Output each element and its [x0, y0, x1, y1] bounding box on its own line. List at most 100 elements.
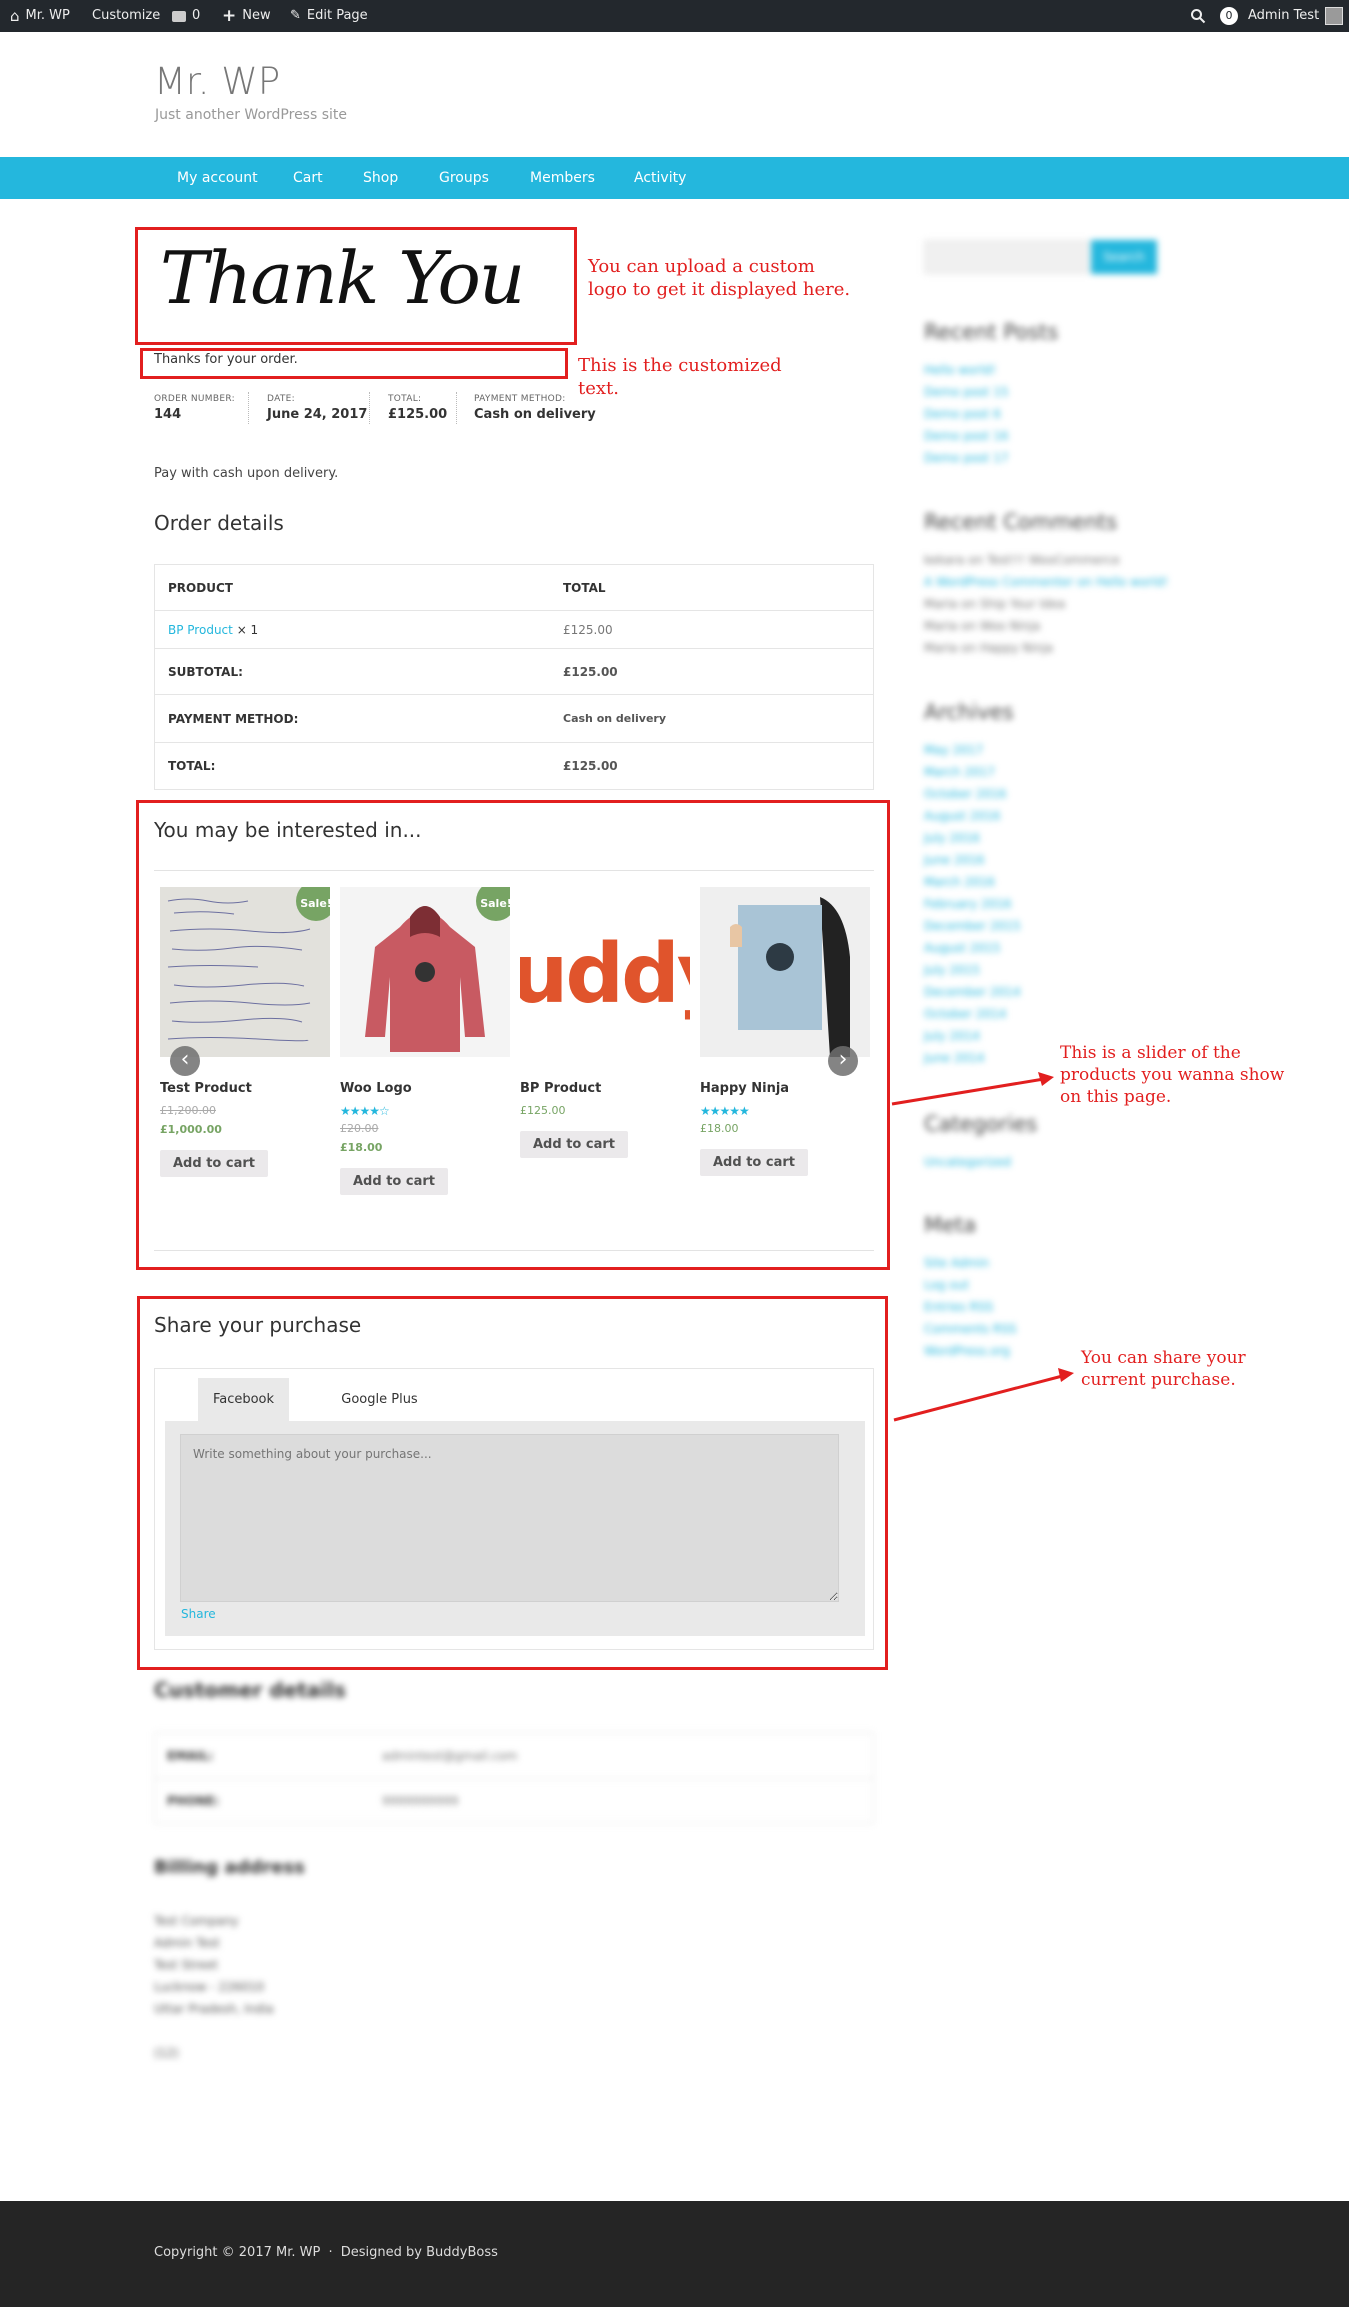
product-link[interactable]: BP Product — [168, 623, 233, 637]
nav-item-cart[interactable]: Cart — [293, 157, 323, 199]
product-name[interactable]: Happy Ninja — [700, 1081, 870, 1096]
site-title[interactable]: Mr. WP — [154, 60, 280, 103]
rating-stars: ★★★★★ — [700, 1104, 750, 1118]
product-name[interactable]: Woo Logo — [340, 1081, 510, 1096]
share-button[interactable]: Share — [181, 1607, 216, 1621]
product-card[interactable]: Sale! Woo Logo ★★★★☆ £20.00 £18.00 Add t… — [340, 887, 510, 1195]
add-to-cart-button[interactable]: Add to cart — [160, 1150, 268, 1177]
sidebar-search-button[interactable]: Search — [1091, 240, 1157, 274]
meta-title: Meta — [924, 1213, 977, 1237]
order-number: ORDER NUMBER: 144 — [154, 394, 235, 422]
customer-details-heading: Customer details — [154, 1678, 346, 1702]
chevron-left-icon: ‹ — [180, 1047, 190, 1072]
main-navigation: My account Cart Shop Groups Members Acti… — [0, 157, 1349, 199]
admin-site-link[interactable]: ⌂ Mr. WP — [10, 0, 70, 32]
annotation-arrow — [893, 1368, 1074, 1422]
table-header-row: PRODUCT TOTAL — [155, 565, 873, 611]
annotation-slider-text: This is a slider of the products you wan… — [1060, 1043, 1285, 1107]
share-heading: Share your purchase — [154, 1313, 362, 1337]
divider — [154, 870, 874, 871]
order-details-heading: Order details — [154, 511, 284, 535]
meta-divider — [456, 392, 457, 424]
home-icon: ⌂ — [10, 7, 20, 25]
product-image[interactable] — [700, 887, 870, 1057]
product-image[interactable]: Sale! — [340, 887, 510, 1057]
admin-comments-link[interactable]: 0 — [172, 0, 200, 32]
table-row: BP Product × 1 £125.00 — [155, 611, 873, 649]
tab-google-plus[interactable]: Google Plus — [313, 1378, 446, 1421]
product-card[interactable]: Sale! Test Product £1,200.00 £1,000.00 A… — [160, 887, 330, 1177]
price: £125.00 — [520, 1104, 566, 1117]
annotation-arrow — [891, 1072, 1054, 1106]
nav-item-my-account[interactable]: My account — [177, 157, 258, 199]
table-row: TOTAL: £125.00 — [168, 759, 618, 773]
column-header-total: TOTAL — [563, 581, 606, 595]
original-price: £1,200.00 — [160, 1104, 216, 1117]
admin-edit-page-link[interactable]: ✎ Edit Page — [290, 0, 368, 32]
original-price: £20.00 — [340, 1122, 379, 1135]
categories-title: Categories — [924, 1112, 1038, 1136]
sale-price: £18.00 — [340, 1141, 383, 1154]
annotation-logo-text: You can upload a custom logo to get it d… — [588, 256, 851, 300]
divider — [154, 1250, 874, 1251]
divider — [154, 1778, 874, 1779]
product-name[interactable]: BP Product — [520, 1081, 690, 1096]
order-details-table: PRODUCT TOTAL BP Product × 1 £125.00 SUB… — [154, 564, 874, 790]
billing-heading: Billing address — [154, 1857, 305, 1878]
annotation-share-text: You can share your current purchase. — [1081, 1348, 1246, 1390]
plus-icon: + — [222, 6, 237, 26]
footer-copyright: Copyright © 2017 Mr. WP — [154, 2245, 321, 2260]
chevron-right-icon: › — [838, 1047, 848, 1072]
item-total: £125.00 — [563, 623, 613, 637]
avatar — [1325, 7, 1344, 25]
price: £18.00 — [700, 1122, 739, 1135]
add-to-cart-button[interactable]: Add to cart — [700, 1149, 808, 1176]
admin-new-link[interactable]: + New — [222, 0, 271, 32]
admin-search-icon-button[interactable] — [1190, 0, 1206, 32]
product-image[interactable]: uddy — [520, 887, 690, 1057]
table-row: SUBTOTAL: £125.00 — [155, 649, 873, 695]
slider-next-button[interactable]: › — [828, 1046, 858, 1076]
rating-stars: ★★★★☆ — [340, 1104, 390, 1118]
admin-cart-count[interactable]: 0 — [1220, 0, 1238, 32]
column-header-product: PRODUCT — [168, 581, 233, 595]
sale-price: £1,000.00 — [160, 1123, 222, 1136]
nav-item-groups[interactable]: Groups — [439, 157, 489, 199]
billing-address: Test Company Admin Test Test Street Lucknow… — [154, 1914, 274, 2060]
admin-user-menu[interactable]: Admin Test — [1248, 0, 1344, 32]
meta-divider — [248, 392, 249, 424]
buddy-logo-image: uddy — [520, 927, 690, 1022]
annotation-custom-text: This is the customized text. — [578, 355, 782, 399]
footer-designer-link[interactable]: Designed by BuddyBoss — [341, 2245, 498, 2260]
add-to-cart-button[interactable]: Add to cart — [340, 1168, 448, 1195]
pencil-icon: ✎ — [290, 8, 301, 23]
thank-you-logo: Thank You — [160, 236, 525, 320]
nav-item-shop[interactable]: Shop — [363, 157, 398, 199]
nav-item-activity[interactable]: Activity — [634, 157, 686, 199]
tab-facebook[interactable]: Facebook — [198, 1378, 289, 1421]
order-total: TOTAL: £125.00 — [388, 394, 448, 422]
archives-title: Archives — [924, 700, 1014, 724]
search-icon — [1191, 9, 1206, 24]
product-card[interactable]: uddy BP Product £125.00 Add to cart — [520, 887, 690, 1158]
product-name[interactable]: Test Product — [160, 1081, 330, 1096]
comment-bubble-icon — [172, 10, 186, 22]
share-textarea[interactable] — [180, 1434, 839, 1602]
nav-item-members[interactable]: Members — [530, 157, 595, 199]
site-header: Mr. WP Just another WordPress site — [0, 32, 1349, 157]
site-footer: Copyright © 2017 Mr. WP · Designed by Bu… — [0, 2201, 1349, 2307]
sidebar-search-input[interactable] — [924, 240, 1089, 274]
recent-comments-title: Recent Comments — [924, 510, 1118, 534]
table-row: PAYMENT METHOD: Cash on delivery — [155, 695, 873, 743]
product-card[interactable]: Happy Ninja ★★★★★ £18.00 Add to cart — [700, 887, 870, 1176]
recent-posts-title: Recent Posts — [924, 320, 1059, 344]
footer-credits: Copyright © 2017 Mr. WP · Designed by Bu… — [154, 2245, 498, 2260]
product-image[interactable]: Sale! — [160, 887, 330, 1057]
related-heading: You may be interested in... — [154, 818, 422, 842]
admin-customize-link[interactable]: Customize — [92, 0, 160, 32]
order-date: DATE: June 24, 2017 — [267, 394, 368, 422]
poster-image — [700, 887, 870, 1057]
site-tagline: Just another WordPress site — [155, 107, 348, 123]
add-to-cart-button[interactable]: Add to cart — [520, 1131, 628, 1158]
slider-prev-button[interactable]: ‹ — [170, 1046, 200, 1076]
